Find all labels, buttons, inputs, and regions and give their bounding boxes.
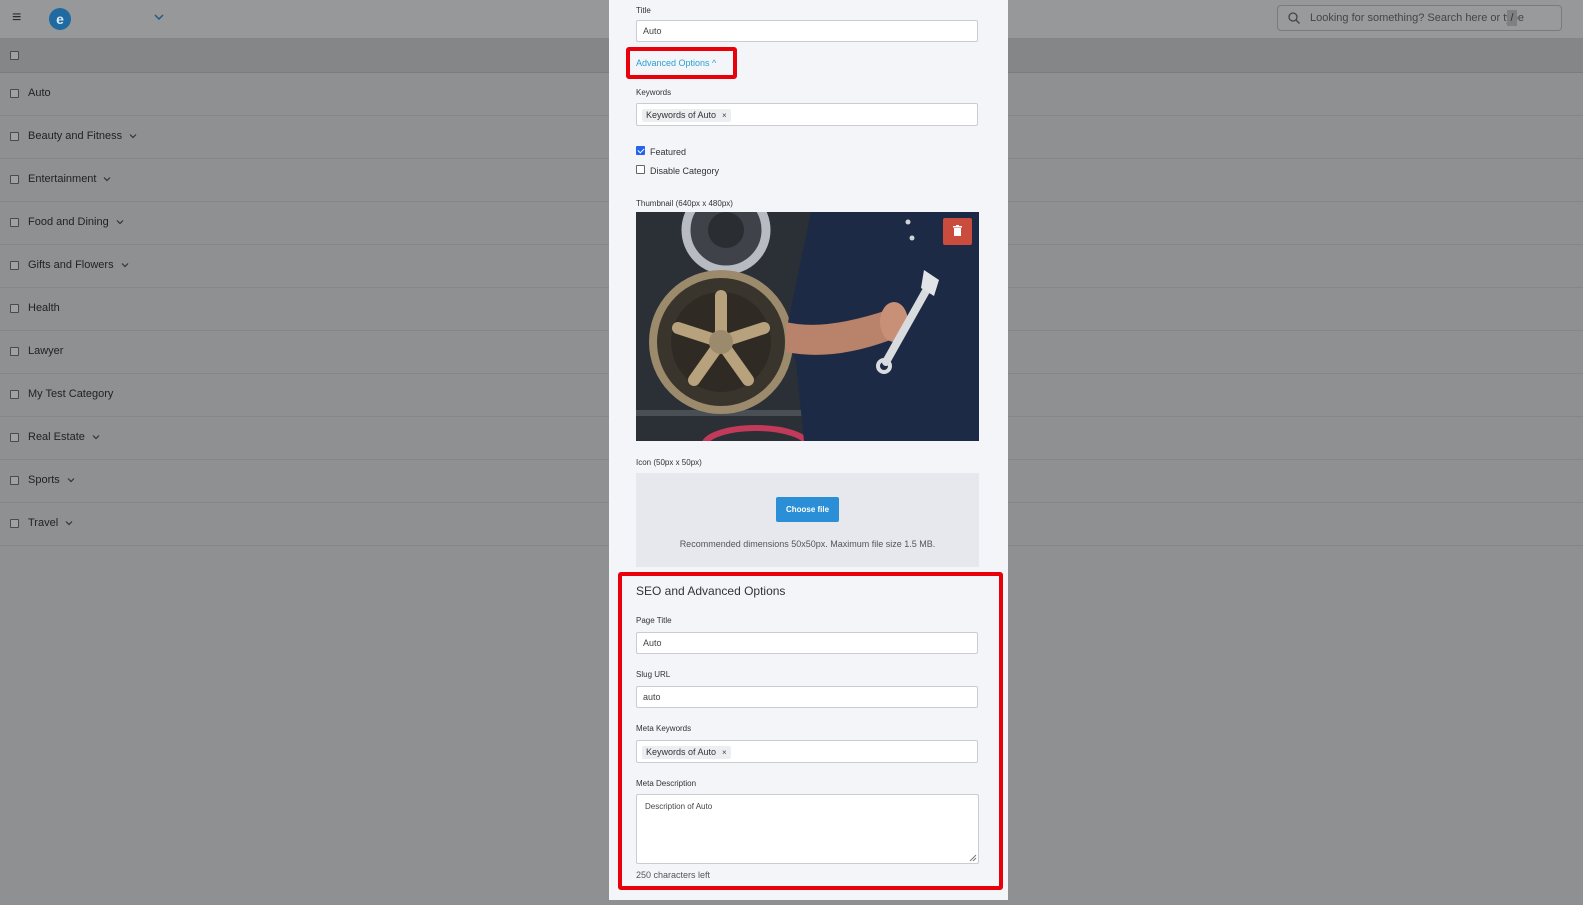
search-input[interactable]: Looking for something? Search here or ty… (1310, 12, 1524, 24)
category-name: Real Estate (28, 431, 85, 443)
chevron-down-icon[interactable] (152, 10, 166, 24)
search-bar[interactable]: Looking for something? Search here or ty… (1277, 5, 1562, 31)
chevron-down-icon[interactable] (91, 432, 101, 442)
icon-label: Icon (50px x 50px) (636, 458, 702, 467)
disable-category-checkbox[interactable] (636, 165, 645, 174)
title-input[interactable]: Auto (636, 20, 978, 42)
icon-upload-area[interactable]: Choose file Recommended dimensions 50x50… (636, 473, 979, 567)
row-checkbox[interactable] (10, 261, 19, 270)
meta-keywords-label: Meta Keywords (636, 724, 692, 733)
chevron-down-icon[interactable] (115, 217, 125, 227)
meta-keyword-tag: Keywords of Auto × (642, 746, 731, 759)
menu-icon[interactable]: ≡ (12, 9, 21, 27)
meta-keyword-tag-text: Keywords of Auto (646, 747, 717, 757)
category-label[interactable]: Gifts and Flowers (28, 259, 130, 271)
category-label[interactable]: Lawyer (28, 345, 63, 357)
keyword-tag-text: Keywords of Auto (646, 110, 717, 120)
row-checkbox[interactable] (10, 175, 19, 184)
chevron-down-icon[interactable] (128, 131, 138, 141)
slug-url-label: Slug URL (636, 670, 671, 679)
advanced-options-toggle[interactable]: Advanced Options ^ (636, 58, 716, 68)
category-name: Entertainment (28, 173, 97, 185)
trash-icon (953, 225, 962, 236)
select-all-checkbox[interactable] (10, 51, 19, 60)
chevron-down-icon[interactable] (120, 260, 130, 270)
row-checkbox[interactable] (10, 476, 19, 485)
seo-section-title: SEO and Advanced Options (636, 584, 786, 598)
remove-tag-icon[interactable]: × (722, 746, 727, 759)
characters-left-counter: 250 characters left (636, 870, 711, 880)
row-checkbox[interactable] (10, 390, 19, 399)
row-checkbox[interactable] (10, 347, 19, 356)
chevron-down-icon[interactable] (102, 174, 112, 184)
meta-description-text: Description of Auto (645, 802, 713, 811)
icon-upload-hint: Recommended dimensions 50x50px. Maximum … (679, 539, 936, 549)
search-shortcut-key: / (1507, 10, 1517, 26)
keywords-input[interactable]: Keywords of Auto × (636, 103, 978, 126)
keywords-label: Keywords (636, 88, 672, 97)
featured-checkbox[interactable] (636, 146, 645, 155)
search-icon (1288, 12, 1300, 24)
keyword-tag: Keywords of Auto × (642, 109, 731, 122)
category-name: Beauty and Fitness (28, 130, 123, 142)
row-checkbox[interactable] (10, 519, 19, 528)
logo[interactable]: e (49, 8, 71, 30)
category-label[interactable]: Sports (28, 474, 76, 486)
disable-category-label: Disable Category (650, 166, 720, 176)
thumbnail-label: Thumbnail (640px x 480px) (636, 199, 733, 208)
category-name: Health (28, 302, 60, 314)
choose-file-button[interactable]: Choose file (776, 497, 839, 522)
category-label[interactable]: My Test Category (28, 388, 113, 400)
resize-handle-icon[interactable] (969, 854, 977, 862)
category-name: Food and Dining (28, 216, 109, 228)
category-label[interactable]: Travel (28, 517, 74, 529)
chevron-down-icon[interactable] (66, 475, 76, 485)
row-checkbox[interactable] (10, 304, 19, 313)
page-title-input[interactable]: Auto (636, 632, 978, 654)
category-label[interactable]: Auto (28, 87, 51, 99)
category-name: Travel (28, 517, 59, 529)
category-label[interactable]: Food and Dining (28, 216, 125, 228)
meta-description-label: Meta Description (636, 779, 697, 788)
category-label[interactable]: Beauty and Fitness (28, 130, 138, 142)
category-name: Lawyer (28, 345, 64, 357)
category-name: My Test Category (28, 388, 114, 400)
slug-url-input[interactable]: auto (636, 686, 978, 708)
thumbnail-image (636, 212, 979, 441)
featured-label: Featured (650, 147, 687, 157)
category-label[interactable]: Real Estate (28, 431, 101, 443)
row-checkbox[interactable] (10, 132, 19, 141)
chevron-down-icon[interactable] (64, 518, 74, 528)
category-name: Gifts and Flowers (28, 259, 114, 271)
title-label: Title (636, 6, 651, 15)
category-label[interactable]: Entertainment (28, 173, 112, 185)
remove-tag-icon[interactable]: × (722, 109, 727, 122)
row-checkbox[interactable] (10, 433, 19, 442)
delete-thumbnail-button[interactable] (943, 218, 972, 245)
category-name: Auto (28, 87, 51, 99)
row-checkbox[interactable] (10, 218, 19, 227)
meta-keywords-input[interactable]: Keywords of Auto × (636, 740, 978, 763)
row-checkbox[interactable] (10, 89, 19, 98)
meta-description-textarea[interactable]: Description of Auto (636, 794, 979, 864)
category-name: Sports (28, 474, 60, 486)
edit-category-panel: Title Auto Advanced Options ^ Keywords K… (609, 0, 1008, 900)
page-title-label: Page Title (636, 616, 672, 625)
category-label[interactable]: Health (28, 302, 60, 314)
